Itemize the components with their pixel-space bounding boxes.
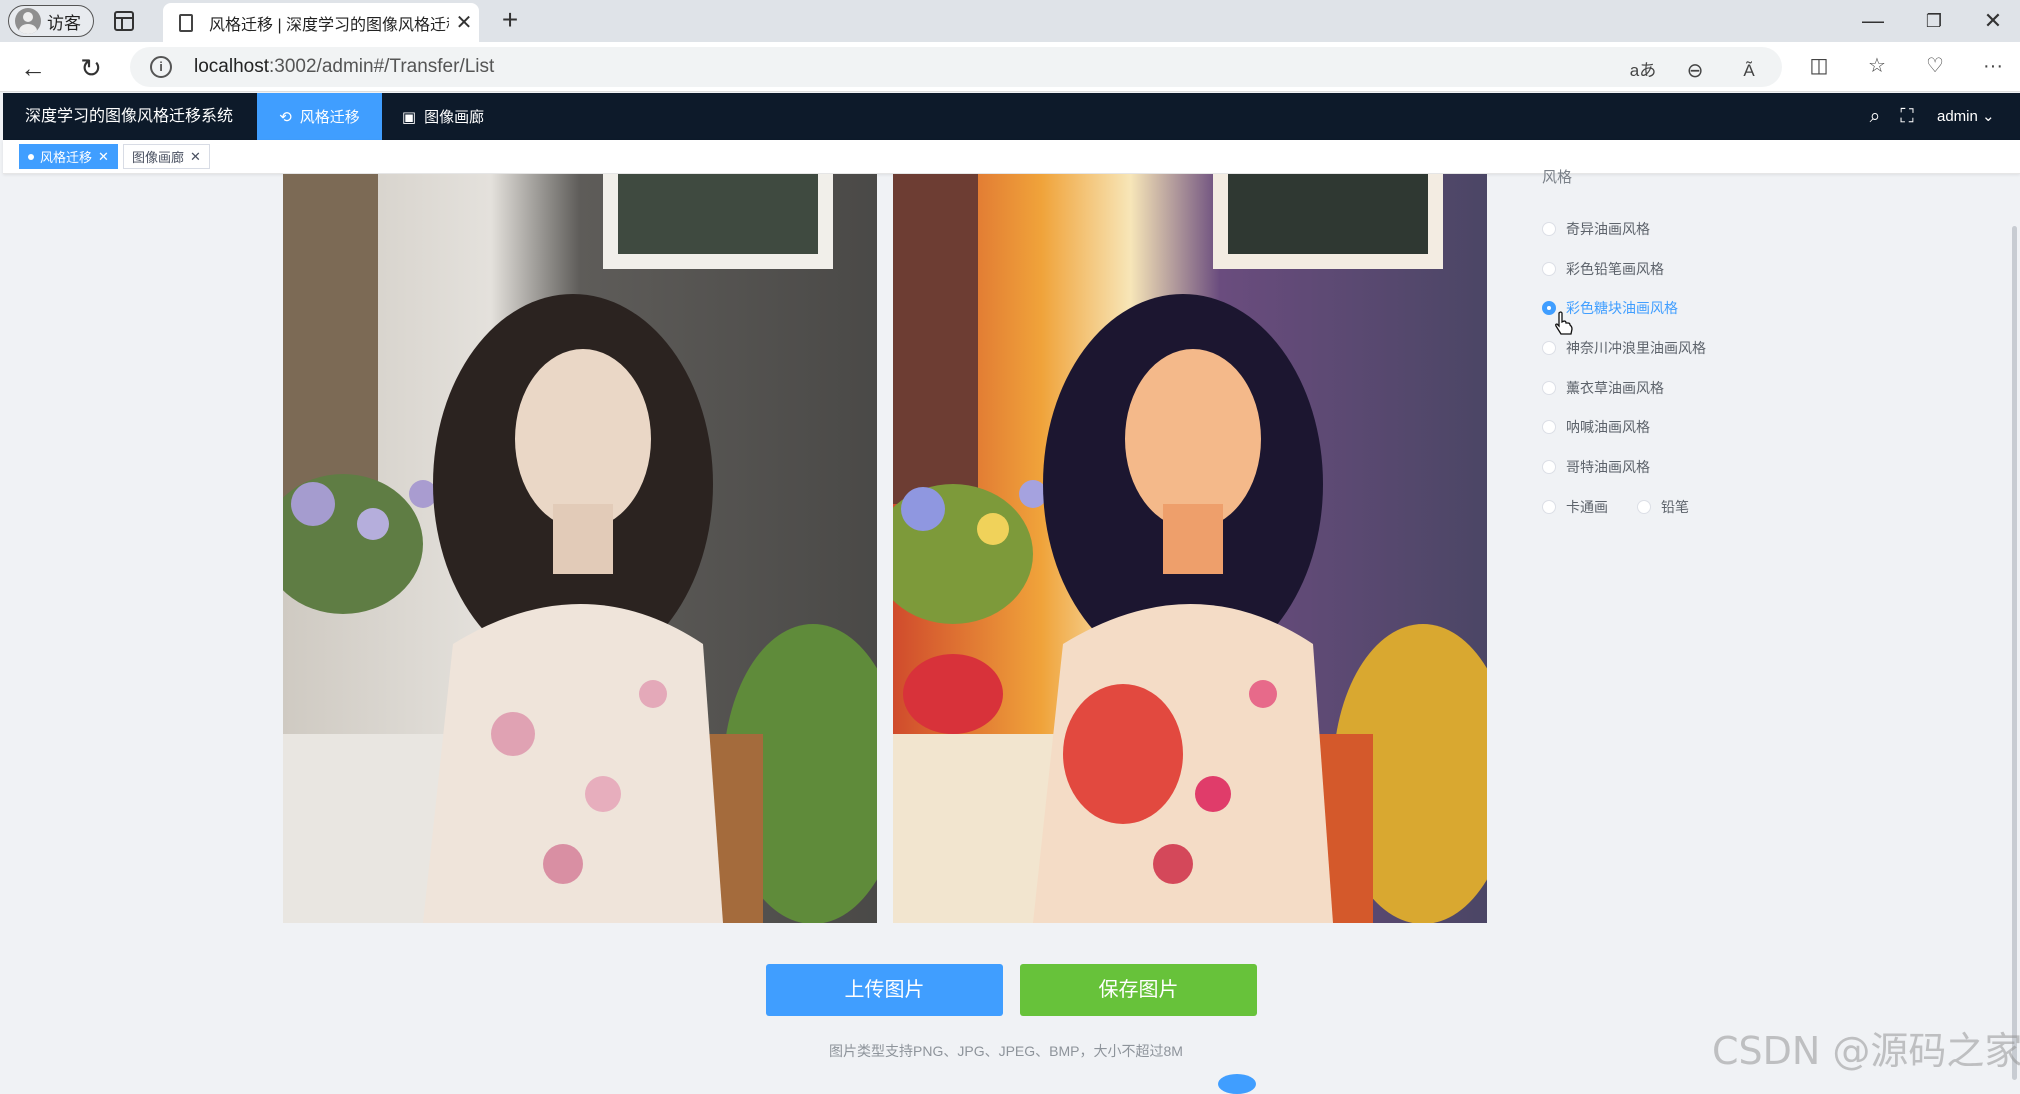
active-dot-icon	[28, 153, 34, 160]
original-image	[283, 174, 877, 923]
radio-option-7[interactable]: 卡通画	[1542, 497, 1608, 517]
transfer-icon: ⟲	[279, 108, 292, 126]
read-aloud-icon[interactable]: Ã	[1734, 56, 1764, 86]
radio-label: 呐喊油画风格	[1566, 419, 1650, 435]
radio-circle[interactable]	[1542, 262, 1556, 276]
app-header: 深度学习的图像风格迁移系统 ⟲ 风格迁移 ▣ 图像画廊 ⌕ ⛶ admin ⌄	[3, 93, 2020, 140]
radio-circle[interactable]	[1542, 420, 1556, 434]
profile-button[interactable]: 访客	[8, 5, 94, 37]
zoom-out-icon[interactable]: ⊖	[1680, 56, 1710, 86]
app-title: 深度学习的图像风格迁移系统	[25, 108, 234, 125]
radio-option-0[interactable]: 奇异油画风格	[1542, 219, 1650, 239]
translate-icon[interactable]: aあ	[1628, 56, 1658, 86]
radio-circle[interactable]	[1542, 500, 1556, 514]
url-text: localhost:3002/admin#/Transfer/List	[194, 56, 495, 77]
radio-label: 奇异油画风格	[1566, 221, 1650, 237]
radio-option-5[interactable]: 呐喊油画风格	[1542, 417, 1650, 437]
browser-tab[interactable]: 风格迁移 | 深度学习的图像风格迁移系统 ✕	[163, 3, 479, 42]
radio-label: 彩色糖块油画风格	[1566, 300, 1678, 316]
radio-circle[interactable]	[1542, 222, 1556, 236]
menu-item-style-transfer[interactable]: ⟲ 风格迁移	[257, 93, 382, 140]
radio-label: 铅笔	[1661, 499, 1689, 515]
radio-circle[interactable]	[1542, 381, 1556, 395]
radio-circle[interactable]	[1542, 460, 1556, 474]
watermark: CSDN @源码之家	[1712, 1029, 2020, 1073]
search-icon[interactable]: ⌕	[1863, 105, 1887, 129]
radio-label: 彩色铅笔画风格	[1566, 261, 1664, 277]
browser-tab-strip: 访客 风格迁移 | 深度学习的图像风格迁移系统 ✕ + — ❐ ✕	[0, 0, 2020, 42]
browser-essentials-icon[interactable]: ♡	[1920, 51, 1950, 81]
window-close-icon[interactable]: ✕	[1973, 6, 2013, 36]
save-image-button[interactable]: 保存图片	[1020, 964, 1257, 1016]
radio-circle[interactable]	[1542, 341, 1556, 355]
tab-actions-icon[interactable]	[114, 11, 134, 31]
close-icon[interactable]: ✕	[190, 149, 201, 165]
radio-option-8[interactable]: 铅笔	[1637, 497, 1689, 517]
tag-gallery[interactable]: 图像画廊 ✕	[123, 144, 210, 169]
user-name: admin	[1937, 108, 1978, 125]
style-label: 风格	[1542, 169, 1573, 186]
radio-label: 薰衣草油画风格	[1566, 380, 1664, 396]
page-scrollbar[interactable]	[2012, 226, 2017, 1080]
menu-item-gallery[interactable]: ▣ 图像画廊	[393, 93, 493, 140]
radio-label: 神奈川冲浪里油画风格	[1566, 340, 1706, 356]
menu-item-label: 图像画廊	[424, 109, 485, 126]
page-icon	[179, 13, 193, 32]
user-menu[interactable]: admin ⌄	[1937, 93, 1995, 140]
back-icon[interactable]: ←	[16, 51, 50, 85]
radio-label: 哥特油画风格	[1566, 459, 1650, 475]
tag-label: 图像画廊	[132, 150, 185, 165]
restore-icon[interactable]: ❐	[1914, 6, 1954, 36]
tag-label: 风格迁移	[40, 150, 93, 165]
close-tab-icon[interactable]: ✕	[449, 10, 479, 35]
minimize-icon[interactable]: —	[1853, 6, 1893, 36]
tag-style-transfer[interactable]: 风格迁移 ✕	[19, 144, 118, 169]
tags-view: 风格迁移 ✕ 图像画廊 ✕	[3, 140, 2020, 174]
more-menu-icon[interactable]: ···	[1978, 51, 2008, 81]
address-bar: ← ↻ i localhost:3002/admin#/Transfer/Lis…	[0, 42, 2020, 92]
refresh-icon[interactable]: ↻	[74, 51, 108, 85]
favorites-icon[interactable]: ☆	[1862, 51, 1892, 81]
close-icon[interactable]: ✕	[98, 149, 109, 165]
browser-tab-title: 风格迁移 | 深度学习的图像风格迁移系统	[209, 16, 449, 34]
upload-image-button[interactable]: 上传图片	[766, 964, 1003, 1016]
radio-option-3[interactable]: 神奈川冲浪里油画风格	[1542, 338, 1706, 358]
picture-icon: ▣	[401, 108, 417, 126]
profile-label: 访客	[47, 13, 81, 33]
fullscreen-icon[interactable]: ⛶	[1895, 105, 1919, 129]
stylized-image	[893, 174, 1487, 923]
radio-option-4[interactable]: 薰衣草油画风格	[1542, 378, 1664, 398]
radio-label: 卡通画	[1566, 499, 1608, 515]
radio-option-1[interactable]: 彩色铅笔画风格	[1542, 259, 1664, 279]
chevron-down-icon: ⌄	[1982, 108, 1995, 125]
url-field[interactable]: i localhost:3002/admin#/Transfer/List aあ…	[130, 47, 1782, 87]
profile-avatar-icon	[15, 8, 41, 34]
radio-option-6[interactable]: 哥特油画风格	[1542, 457, 1650, 477]
floating-button-edge[interactable]	[1218, 1074, 1256, 1094]
new-tab-button[interactable]: +	[494, 4, 526, 36]
split-screen-icon[interactable]: ◫	[1804, 51, 1834, 81]
hand-cursor-icon	[1555, 311, 1573, 335]
site-info-icon[interactable]: i	[150, 56, 172, 78]
menu-item-label: 风格迁移	[299, 109, 360, 126]
radio-circle[interactable]	[1637, 500, 1651, 514]
